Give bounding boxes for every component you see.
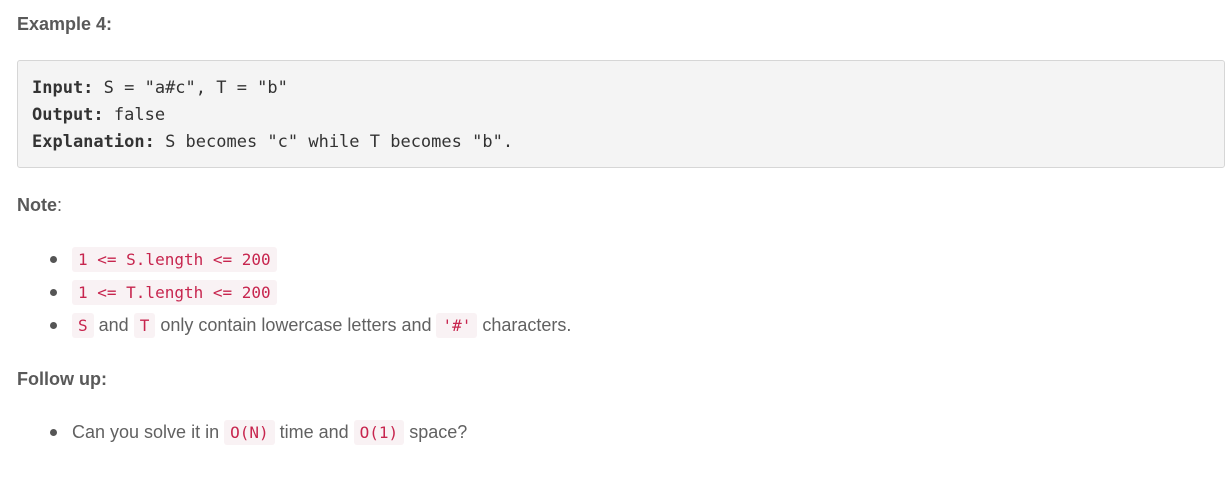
bullet-icon [50, 429, 57, 436]
output-label: Output: [32, 105, 104, 125]
list-item: Can you solve it in O(N) time and O(1) s… [48, 416, 467, 449]
list-text: characters. [477, 315, 572, 335]
input-label: Input: [32, 78, 94, 98]
input-line: Input: S = "a#c", T = "b" [32, 75, 1210, 102]
input-value: S = "a#c", T = "b" [93, 78, 288, 98]
note-list: 1 <= S.length <= 200 1 <= T.length <= 20… [48, 243, 571, 342]
bullet-icon [50, 256, 57, 263]
explanation-label: Explanation: [32, 132, 155, 152]
inline-code: T [133, 313, 156, 338]
inline-code: S [72, 313, 94, 338]
list-item: 1 <= T.length <= 200 [48, 276, 571, 309]
list-item: 1 <= S.length <= 200 [48, 243, 571, 276]
inline-code: O(1) [353, 420, 405, 445]
list-text: Can you solve it in [72, 422, 225, 442]
follow-up-list: Can you solve it in O(N) time and O(1) s… [48, 416, 467, 449]
inline-code: 1 <= T.length <= 200 [72, 280, 277, 305]
list-text: time and [274, 422, 354, 442]
example-code-block: Input: S = "a#c", T = "b" Output: false … [17, 60, 1225, 168]
bullet-icon [50, 322, 57, 329]
follow-up-heading: Follow up: [17, 369, 107, 389]
inline-code: O(N) [224, 420, 275, 445]
explanation-value: S becomes "c" while T becomes "b". [154, 132, 514, 152]
inline-code: '#' [436, 313, 478, 338]
output-line: Output: false [32, 102, 1210, 129]
bullet-icon [50, 289, 57, 296]
output-value: false [103, 105, 166, 125]
list-text: and [93, 315, 134, 335]
list-text: space? [404, 422, 468, 442]
example-heading: Example 4: [17, 14, 113, 34]
note-heading: Note: [17, 195, 62, 216]
list-item: S and T only contain lowercase letters a… [48, 309, 571, 342]
inline-code: 1 <= S.length <= 200 [72, 247, 277, 272]
list-text: only contain lowercase letters and [155, 315, 437, 335]
note-heading-label: Note [17, 195, 57, 215]
note-heading-colon: : [57, 195, 63, 215]
explanation-line: Explanation: S becomes "c" while T becom… [32, 129, 1210, 156]
